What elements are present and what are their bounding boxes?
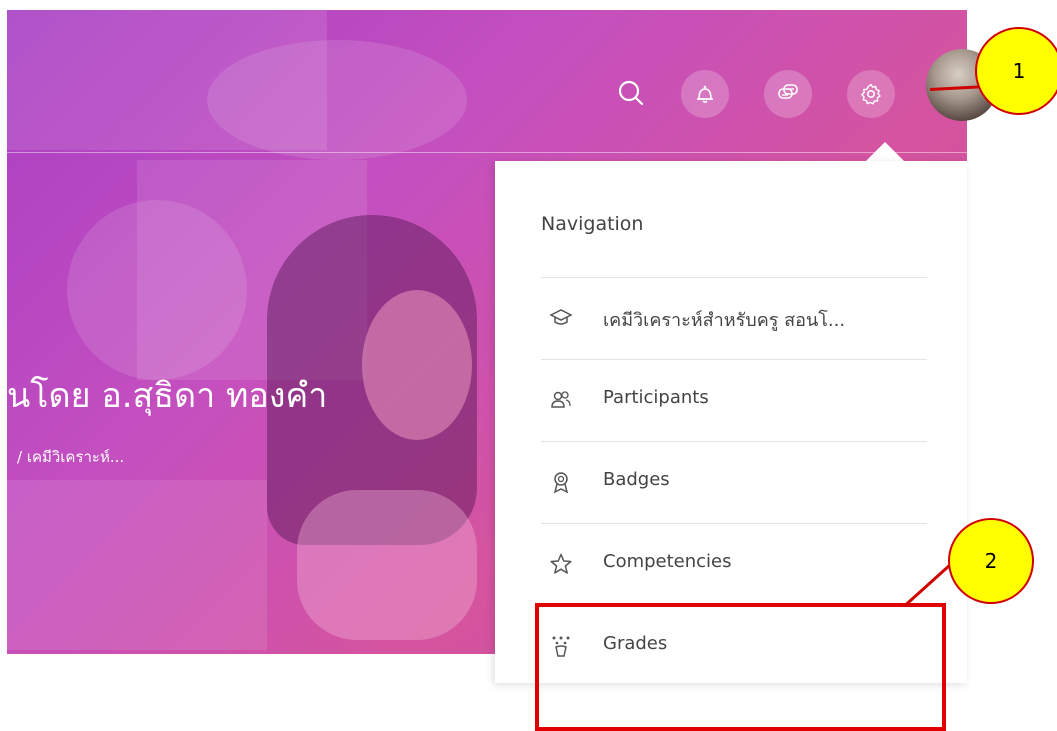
menu-item-label: Competencies [603, 551, 732, 572]
callout-2: 2 [948, 518, 1034, 604]
notifications-button[interactable] [681, 70, 729, 118]
menu-item-participants[interactable]: Participants [541, 359, 927, 440]
callout-1: 1 [975, 27, 1057, 115]
menu-item-competencies[interactable]: Competencies [541, 523, 927, 604]
gear-icon [861, 83, 881, 105]
menu-item-label: Participants [603, 387, 709, 408]
users-icon [551, 391, 571, 408]
settings-button[interactable] [847, 70, 895, 118]
menu-item-course[interactable]: เคมีวิเคราะห์สำหรับครู สอนโ... [541, 277, 927, 358]
bell-icon [697, 85, 713, 103]
messages-button[interactable] [764, 70, 812, 118]
menu-item-badges[interactable]: Badges [541, 441, 927, 522]
grades-highlight-box [535, 603, 946, 731]
breadcrumb[interactable]: / เคมีวิเคราะห์... [17, 445, 124, 469]
course-title: นโดย อ.สุธิดา ทองคำ [7, 376, 328, 416]
header-divider [7, 152, 967, 153]
badge-icon [553, 472, 569, 494]
menu-caret [865, 142, 905, 162]
search-button[interactable] [612, 74, 652, 114]
menu-item-label: Badges [603, 469, 670, 490]
menu-heading: Navigation [541, 213, 644, 235]
menu-item-label: เคมีวิเคราะห์สำหรับครู สอนโ... [603, 310, 846, 331]
star-icon [550, 553, 572, 574]
graduation-cap-icon [549, 309, 573, 325]
chat-icon [778, 84, 798, 99]
search-icon [618, 80, 644, 106]
